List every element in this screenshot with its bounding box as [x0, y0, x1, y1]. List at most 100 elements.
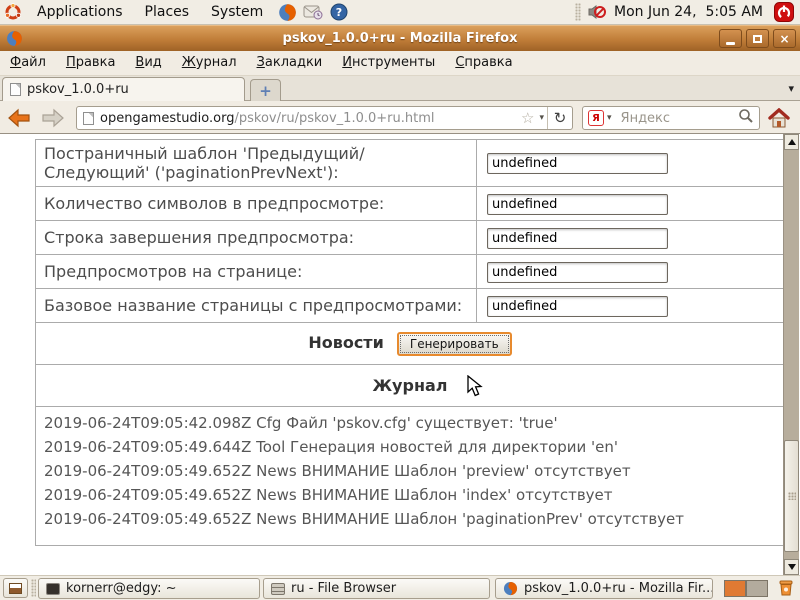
- search-bar[interactable]: Я ▾ Яндекс: [582, 106, 760, 130]
- file-browser-icon: [271, 583, 285, 595]
- taskbar-button-file-browser[interactable]: ru - File Browser: [263, 578, 490, 599]
- firefox-launcher-icon[interactable]: [277, 2, 297, 22]
- url-text[interactable]: opengamestudio.org/pskov/ru/pskov_1.0.0+…: [100, 111, 519, 126]
- show-desktop-button[interactable]: [3, 578, 28, 598]
- url-domain: opengamestudio.org: [100, 111, 234, 126]
- menu-file[interactable]: Файл: [0, 51, 56, 75]
- window-title: pskov_1.0.0+ru - Mozilla Firefox: [0, 31, 800, 46]
- setting-input-previews-per-page[interactable]: [487, 262, 668, 283]
- vertical-scrollbar[interactable]: [783, 134, 799, 575]
- setting-label: Количество символов в предпросмотре:: [36, 187, 477, 221]
- scroll-down-button[interactable]: [784, 559, 799, 575]
- setting-input-base-page-name[interactable]: [487, 296, 668, 317]
- setting-input-preview-chars[interactable]: [487, 194, 668, 215]
- scroll-up-button[interactable]: [784, 134, 799, 150]
- menu-help[interactable]: Справка: [445, 51, 522, 75]
- tab-strip: pskov_1.0.0+ru + ▾: [0, 76, 800, 101]
- mouse-cursor: [466, 375, 487, 402]
- panel-menu-system[interactable]: System: [200, 0, 274, 24]
- scrollbar-grip: [788, 492, 796, 500]
- window-firefox-icon: [4, 29, 24, 49]
- log-line: 2019-06-24T09:05:42.098Z Cfg Файл 'pskov…: [44, 411, 776, 435]
- menu-edit[interactable]: Правка: [56, 51, 125, 75]
- window-titlebar[interactable]: pskov_1.0.0+ru - Mozilla Firefox ×: [0, 25, 800, 51]
- power-button-icon[interactable]: [774, 2, 794, 22]
- scrollbar-thumb[interactable]: [784, 440, 799, 552]
- page-content: Постраничный шаблон 'Предыдущий/Следующи…: [0, 134, 800, 575]
- panel-menu-places[interactable]: Places: [134, 0, 201, 24]
- mail-notification-icon[interactable]: [303, 2, 323, 22]
- minimize-button[interactable]: [719, 29, 742, 48]
- url-bar[interactable]: opengamestudio.org/pskov/ru/pskov_1.0.0+…: [76, 106, 573, 130]
- table-row: Строка завершения предпросмотра:: [36, 221, 785, 255]
- trash-icon[interactable]: [777, 579, 795, 600]
- settings-table: Постраничный шаблон 'Предыдущий/Следующи…: [35, 139, 785, 546]
- reload-icon[interactable]: ↻: [547, 107, 572, 129]
- bottom-taskbar: kornerr@edgy: ~ ru - File Browser pskov_…: [0, 575, 800, 600]
- panel-menu-applications[interactable]: Applications: [26, 0, 134, 24]
- setting-input-pagination-prev-next[interactable]: [487, 153, 668, 174]
- taskbar-button-label: pskov_1.0.0+ru - Mozilla Fir...: [524, 581, 713, 596]
- page-favicon: [10, 83, 21, 96]
- home-button[interactable]: [766, 106, 792, 131]
- table-row: Постраничный шаблон 'Предыдущий/Следующи…: [36, 140, 785, 187]
- taskbar-grip-handle[interactable]: [31, 579, 36, 597]
- setting-label: Постраничный шаблон 'Предыдущий/Следующи…: [36, 140, 477, 187]
- maximize-button[interactable]: [746, 29, 769, 48]
- back-button[interactable]: [6, 105, 32, 130]
- generate-button[interactable]: Генерировать: [397, 332, 512, 356]
- workspace-1-active[interactable]: [724, 580, 746, 597]
- tab-title: pskov_1.0.0+ru: [27, 82, 129, 97]
- panel-grip-handle[interactable]: [575, 3, 581, 21]
- site-identity-icon[interactable]: [83, 112, 94, 125]
- list-all-tabs-icon[interactable]: ▾: [788, 82, 794, 95]
- setting-label: Строка завершения предпросмотра:: [36, 221, 477, 255]
- setting-label: Предпросмотров на странице:: [36, 255, 477, 289]
- desktop-screen: Applications Places System ?: [0, 0, 800, 600]
- news-row: Новости Генерировать: [36, 323, 785, 365]
- terminal-icon: [46, 583, 60, 595]
- setting-label: Базовое название страницы с предпросмотр…: [36, 289, 477, 323]
- ubuntu-logo-icon[interactable]: [3, 2, 23, 22]
- taskbar-button-terminal[interactable]: kornerr@edgy: ~: [38, 578, 260, 599]
- table-row: Количество символов в предпросмотре:: [36, 187, 785, 221]
- log-line: 2019-06-24T09:05:49.652Z News ВНИМАНИЕ Ш…: [44, 483, 776, 507]
- log-header-row: Журнал: [36, 365, 785, 407]
- table-row: Базовое название страницы с предпросмотр…: [36, 289, 785, 323]
- setting-input-preview-ending[interactable]: [487, 228, 668, 249]
- close-button[interactable]: ×: [773, 29, 796, 48]
- tab-pskov[interactable]: pskov_1.0.0+ru: [2, 77, 245, 101]
- bookmark-star-icon[interactable]: ☆: [519, 109, 536, 127]
- urlbar-dropdown-icon[interactable]: ▾: [536, 113, 547, 123]
- menu-history[interactable]: Журнал: [172, 51, 247, 75]
- log-area: 2019-06-24T09:05:42.098Z Cfg Файл 'pskov…: [36, 407, 785, 546]
- workspace-switcher[interactable]: [724, 580, 768, 597]
- forward-button[interactable]: [40, 105, 66, 130]
- workspace-2[interactable]: [746, 580, 768, 597]
- taskbar-button-firefox[interactable]: pskov_1.0.0+ru - Mozilla Fir...: [495, 578, 713, 599]
- panel-clock[interactable]: Mon Jun 24, 5:05 AM: [614, 4, 763, 20]
- taskbar-button-label: ru - File Browser: [291, 581, 396, 596]
- volume-muted-icon[interactable]: [587, 2, 607, 22]
- log-heading: Журнал: [372, 376, 447, 395]
- search-placeholder[interactable]: Яндекс: [621, 111, 738, 126]
- log-line: 2019-06-24T09:05:49.644Z Tool Генерация …: [44, 435, 776, 459]
- svg-text:?: ?: [336, 6, 342, 19]
- log-line: 2019-06-24T09:05:49.652Z News ВНИМАНИЕ Ш…: [44, 459, 776, 483]
- search-engine-dropdown-icon[interactable]: ▾: [604, 113, 615, 123]
- search-magnifier-icon[interactable]: [738, 108, 754, 128]
- navigation-toolbar: opengamestudio.org/pskov/ru/pskov_1.0.0+…: [0, 101, 800, 134]
- news-heading: Новости: [308, 333, 383, 352]
- new-tab-button[interactable]: +: [250, 79, 281, 101]
- menu-bookmarks[interactable]: Закладки: [247, 51, 333, 75]
- menu-view[interactable]: Вид: [125, 51, 171, 75]
- log-line: 2019-06-24T09:05:49.652Z News ВНИМАНИЕ Ш…: [44, 507, 776, 531]
- log-row: 2019-06-24T09:05:42.098Z Cfg Файл 'pskov…: [36, 407, 785, 546]
- taskbar-button-label: kornerr@edgy: ~: [66, 581, 177, 596]
- table-row: Предпросмотров на странице:: [36, 255, 785, 289]
- yandex-engine-icon[interactable]: Я: [588, 110, 604, 126]
- menu-tools[interactable]: Инструменты: [332, 51, 445, 75]
- firefox-menubar: Файл Правка Вид Журнал Закладки Инструме…: [0, 51, 800, 76]
- help-icon[interactable]: ?: [329, 2, 349, 22]
- show-desktop-icon: [9, 583, 22, 594]
